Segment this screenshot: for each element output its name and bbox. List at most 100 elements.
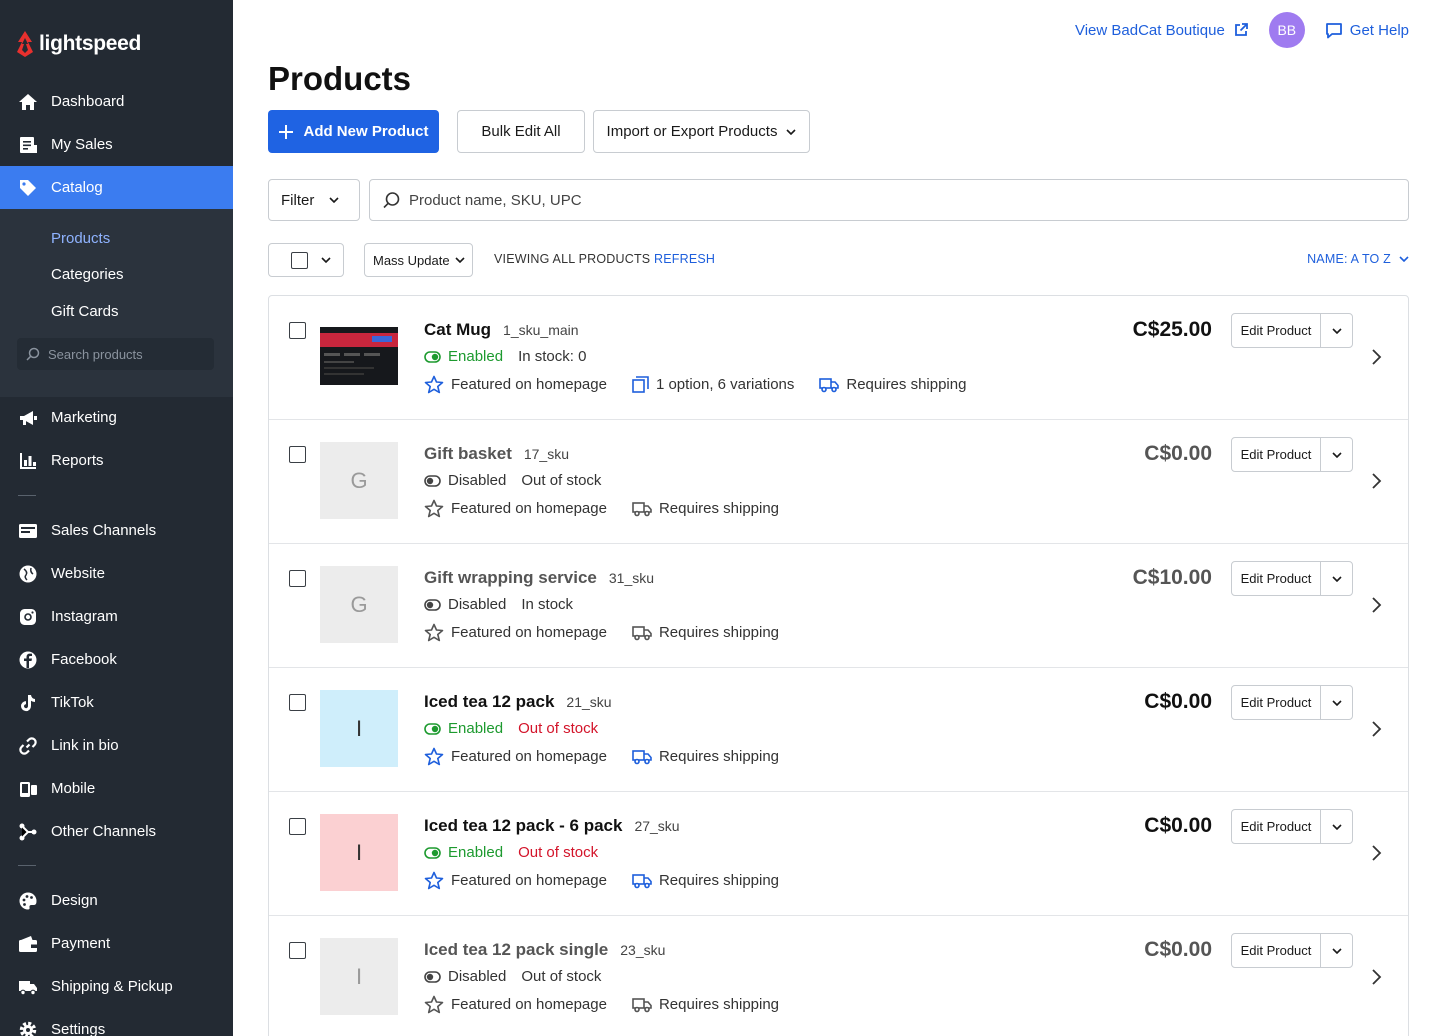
shipping-truck-icon [632,874,652,889]
view-store-link[interactable]: View BadCat Boutique [1075,22,1249,39]
sidebar-item-label: My Sales [51,136,113,153]
sidebar-item-label: Sales Channels [51,522,157,539]
import-export-label: Import or Export Products [606,123,778,140]
edit-product-menu-button[interactable] [1321,438,1352,471]
product-name-text: Gift basket [424,444,512,463]
table-row[interactable]: G Gift wrapping service 31_sku Disabled I… [269,544,1408,668]
submenu-item-gift-cards[interactable]: Gift Cards [51,303,119,320]
product-name[interactable]: Gift basket 17_sku [424,444,569,464]
product-thumbnail: I [320,938,398,1015]
sidebar-item-my-sales[interactable]: My Sales [0,123,233,166]
row-checkbox[interactable] [289,694,306,711]
toggle-off-icon [424,474,441,487]
select-all-dropdown[interactable] [268,243,344,277]
product-name[interactable]: Iced tea 12 pack single 23_sku [424,940,665,960]
chevron-right-icon[interactable] [1371,844,1383,862]
row-checkbox[interactable] [289,446,306,463]
sidebar-item-facebook[interactable]: Facebook [0,638,233,681]
row-checkbox[interactable] [289,570,306,587]
chevron-down-icon [1331,327,1342,334]
plus-icon [279,124,294,139]
sidebar-item-label: Settings [51,1021,106,1036]
mass-update-button[interactable]: Mass Update [364,243,473,277]
sidebar-item-marketing[interactable]: Marketing [0,396,233,439]
edit-product-button[interactable]: Edit Product [1232,934,1321,967]
product-name[interactable]: Iced tea 12 pack 21_sku [424,692,612,712]
product-name[interactable]: Cat Mug 1_sku_main [424,320,579,340]
sidebar-item-tiktok[interactable]: TikTok [0,681,233,724]
variations-label: 1 option, 6 variations [655,376,795,393]
sidebar-item-sales-channels[interactable]: Sales Channels [0,509,233,552]
shipping-truck-icon [819,378,840,393]
sidebar-item-shipping-pickup[interactable]: Shipping & Pickup [0,965,233,1008]
import-export-button[interactable]: Import or Export Products [593,110,810,153]
add-new-product-button[interactable]: Add New Product [268,110,439,153]
sidebar-item-payment[interactable]: Payment [0,922,233,965]
edit-product-button[interactable]: Edit Product [1232,810,1321,843]
chevron-right-icon[interactable] [1371,720,1383,738]
chevron-right-icon[interactable] [1371,472,1383,490]
product-search-input[interactable]: Product name, SKU, UPC [369,179,1409,221]
product-name[interactable]: Iced tea 12 pack - 6 pack 27_sku [424,816,680,836]
edit-product-button[interactable]: Edit Product [1232,686,1321,719]
edit-product-menu-button[interactable] [1321,686,1352,719]
wallet-icon [18,934,38,954]
edit-product-menu-button[interactable] [1321,562,1352,595]
bulk-edit-all-button[interactable]: Bulk Edit All [457,110,585,153]
status-label: Enabled [448,844,504,861]
get-help-link[interactable]: Get Help [1325,22,1409,39]
external-link-icon [1234,23,1248,36]
edit-product-menu-button[interactable] [1321,934,1352,967]
chevron-right-icon[interactable] [1371,348,1383,366]
edit-product-menu-button[interactable] [1321,810,1352,843]
star-icon [424,747,444,766]
sidebar-item-dashboard[interactable]: Dashboard [0,80,233,123]
table-row[interactable]: I Iced tea 12 pack 21_sku Enabled Out of … [269,668,1408,792]
sidebar: lightspeed Dashboard My Sales Catalog Pr… [0,0,233,1036]
filter-button[interactable]: Filter [268,179,360,221]
edit-product-button[interactable]: Edit Product [1232,562,1321,595]
sidebar-divider [18,495,36,496]
chevron-right-icon[interactable] [1371,596,1383,614]
toggle-on-icon [424,350,441,363]
sidebar-item-label: Instagram [51,608,118,625]
row-checkbox[interactable] [289,322,306,339]
sidebar-item-link-in-bio[interactable]: Link in bio [0,724,233,767]
edit-product-split-button: Edit Product [1231,809,1353,844]
sidebar-item-design[interactable]: Design [0,879,233,922]
user-avatar[interactable]: BB [1268,12,1305,48]
table-row[interactable]: I Iced tea 12 pack single 23_sku Disabled… [269,916,1408,1036]
table-row[interactable]: Cat Mug 1_sku_main Enabled In stock: 0 Fe… [269,296,1408,420]
edit-product-button[interactable]: Edit Product [1232,438,1321,471]
sidebar-item-other-channels[interactable]: Other Channels [0,810,233,853]
sidebar-item-website[interactable]: Website [0,552,233,595]
edit-product-menu-button[interactable] [1321,314,1352,347]
select-all-checkbox[interactable] [291,251,308,269]
product-name[interactable]: Gift wrapping service 31_sku [424,568,654,588]
sidebar-item-mobile[interactable]: Mobile [0,767,233,810]
sidebar-item-instagram[interactable]: Instagram [0,595,233,638]
sidebar-divider [18,865,36,866]
chevron-right-icon[interactable] [1371,968,1383,986]
row-checkbox[interactable] [289,942,306,959]
submenu-item-products[interactable]: Products [51,230,110,247]
sidebar-item-label: Facebook [51,651,117,668]
edit-product-button[interactable]: Edit Product [1232,314,1321,347]
star-icon [424,623,444,642]
sidebar-search-input[interactable]: Search products [17,338,214,370]
product-thumbnail: I [320,690,398,767]
submenu-item-categories[interactable]: Categories [51,266,124,283]
sort-dropdown[interactable]: NAME: A TO Z [1307,252,1409,266]
sidebar-item-settings[interactable]: Settings [0,1008,233,1036]
table-row[interactable]: I Iced tea 12 pack - 6 pack 27_sku Enable… [269,792,1408,916]
chevron-down-icon [1331,451,1342,458]
brand-logo[interactable]: lightspeed [14,28,141,60]
row-checkbox[interactable] [289,818,306,835]
sidebar-item-reports[interactable]: Reports [0,439,233,482]
refresh-link[interactable]: REFRESH [654,252,715,266]
edit-product-split-button: Edit Product [1231,685,1353,720]
product-name-text: Cat Mug [424,320,492,339]
chevron-down-icon [1331,575,1342,582]
table-row[interactable]: G Gift basket 17_sku Disabled Out of stoc… [269,420,1408,544]
sidebar-item-catalog[interactable]: Catalog [0,166,233,209]
